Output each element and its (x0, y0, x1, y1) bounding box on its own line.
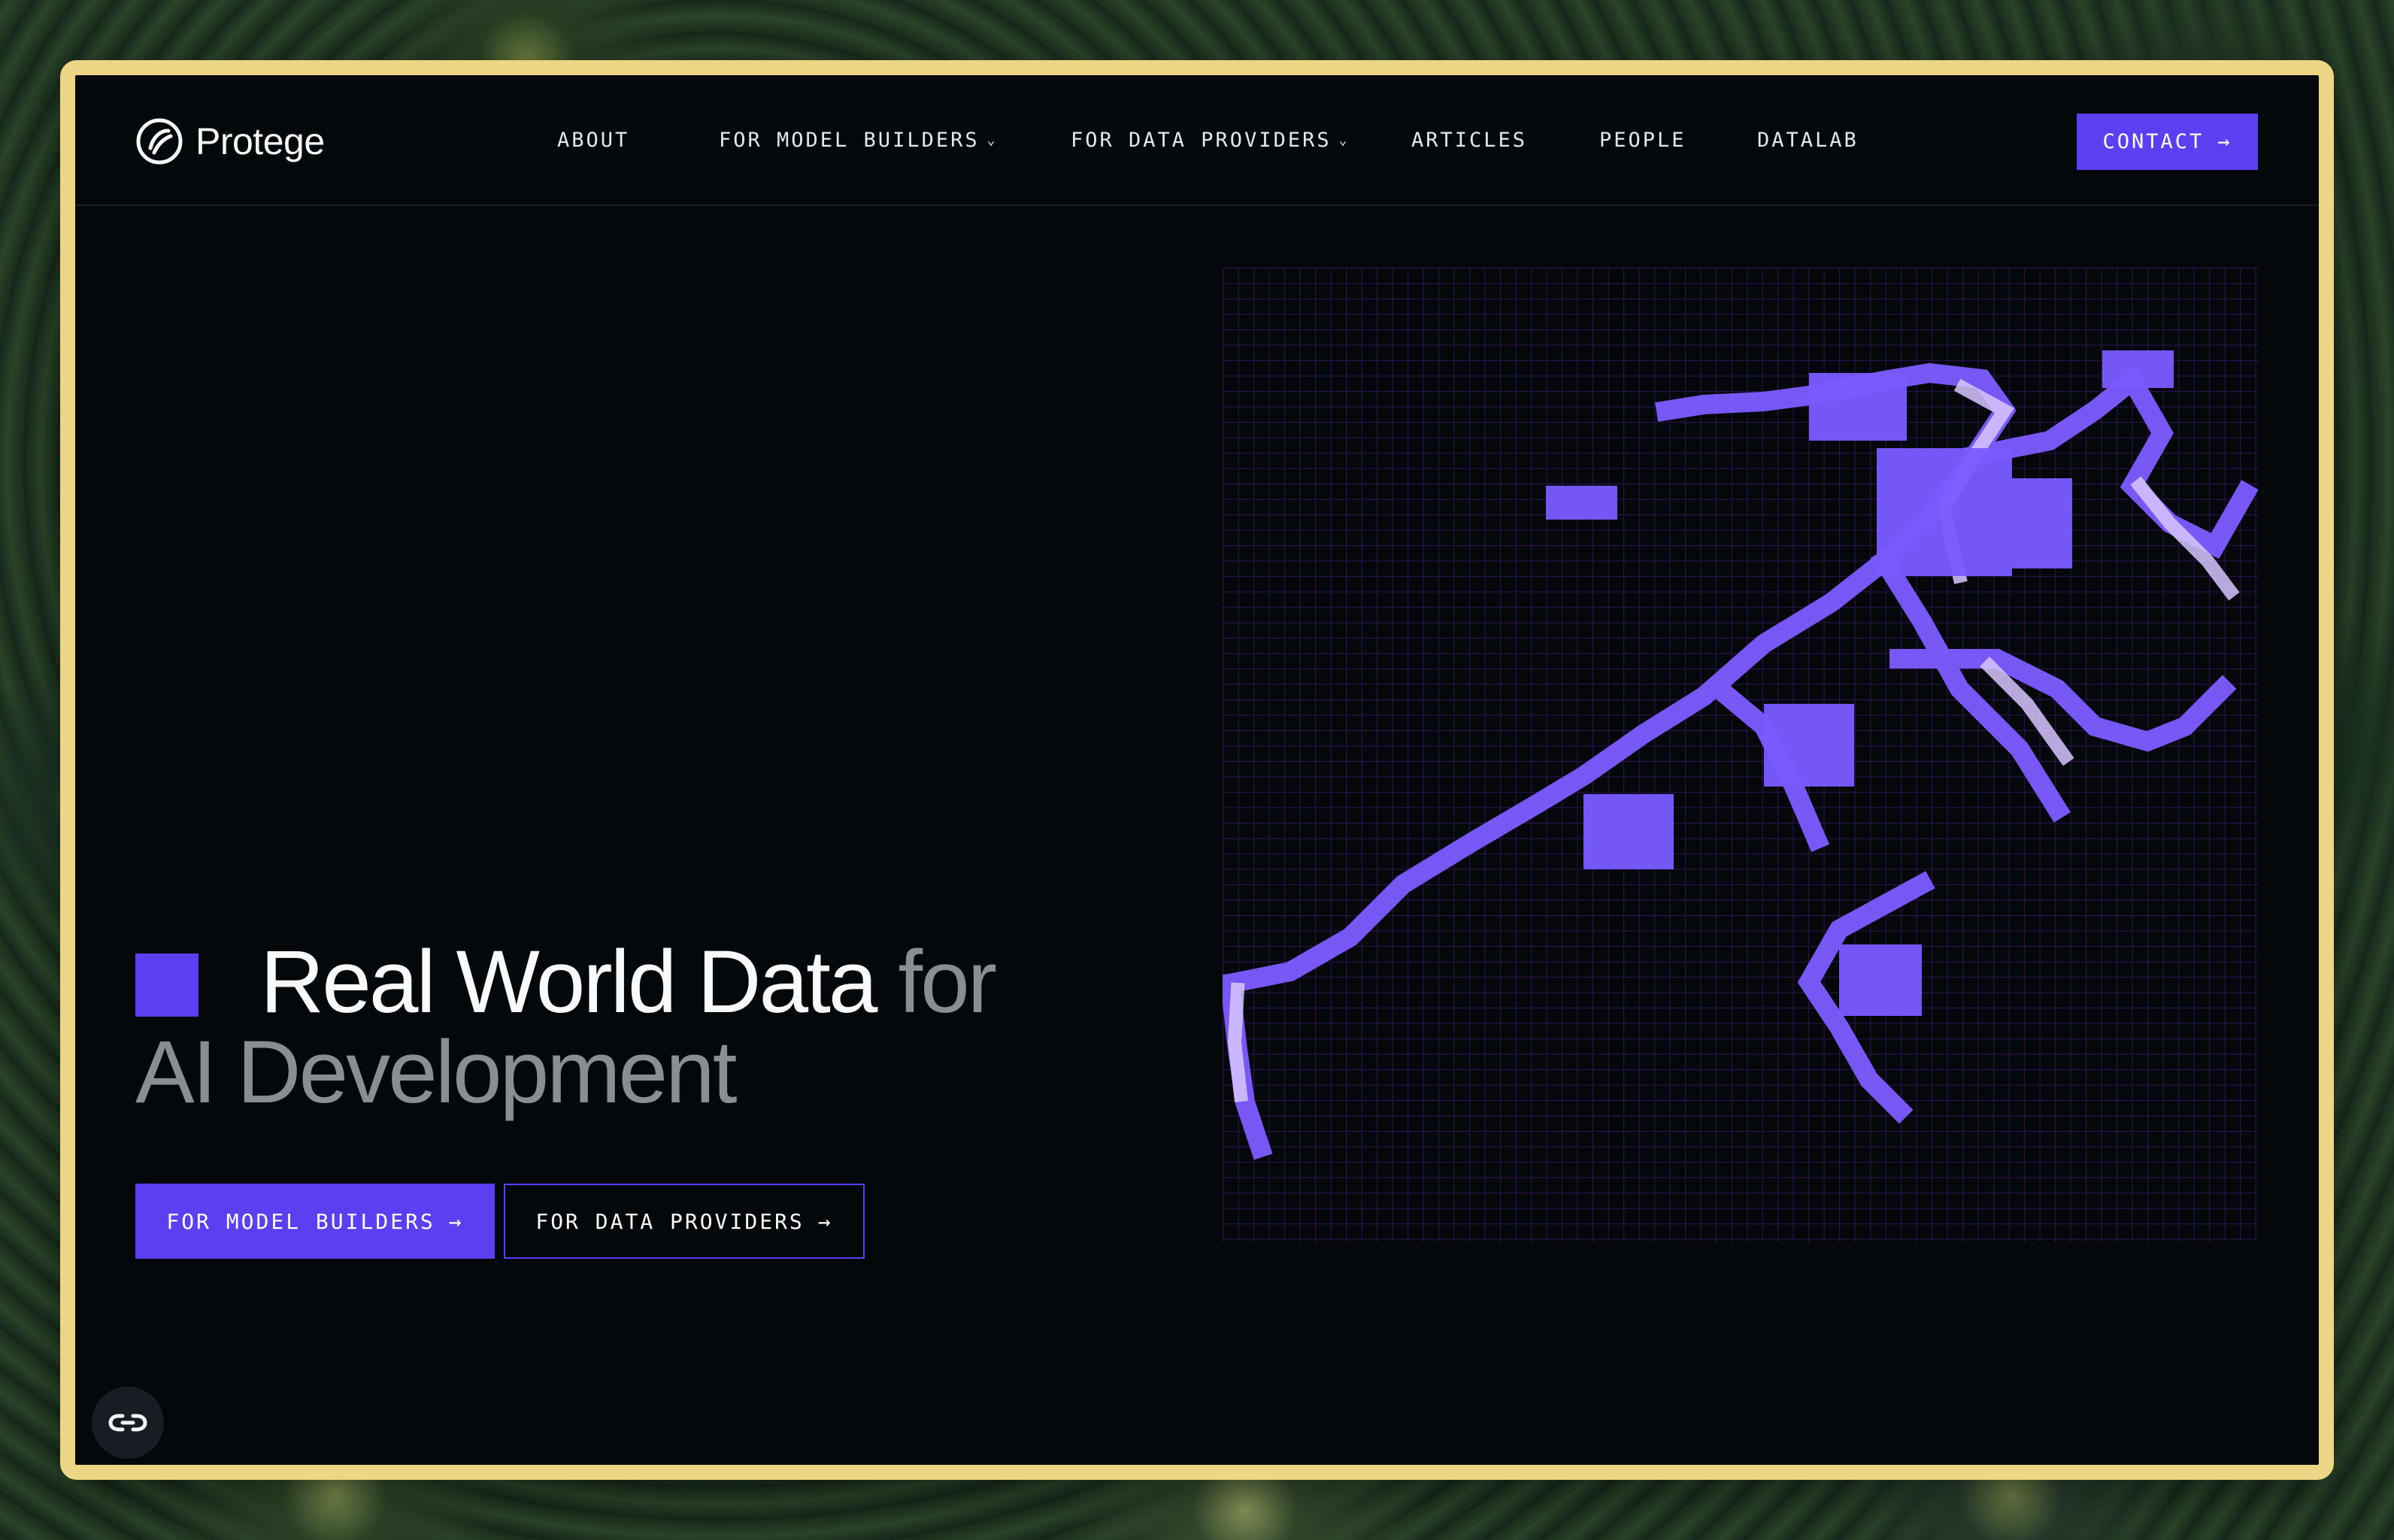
chevron-down-icon: ⌄ (1338, 132, 1350, 148)
pixel-cluster-7 (1546, 486, 1617, 520)
brand-link[interactable]: Protege (135, 117, 325, 165)
nav-item-people[interactable]: PEOPLE (1599, 129, 1686, 152)
arrow-right-icon: → (2217, 130, 2232, 153)
pixel-cluster-4 (1764, 704, 1854, 787)
nav-item-articles-label: ARTICLES (1411, 129, 1528, 152)
pixel-cluster-6 (1839, 944, 1922, 1016)
pixel-highlight-left (1227, 982, 1248, 1102)
for-model-builders-label: FOR MODEL BUILDERS (166, 1209, 435, 1234)
pixel-cluster-2 (1877, 448, 2012, 576)
hero-headline-line-1: Real World Data for (260, 937, 997, 1027)
pixel-cluster-5 (2005, 478, 2072, 568)
contact-button[interactable]: CONTACT → (2077, 114, 2258, 170)
nav-item-for-data-providers[interactable]: FOR DATA PROVIDERS ⌄ (1071, 129, 1349, 152)
nav-item-people-label: PEOPLE (1599, 129, 1686, 152)
nav-item-datalab-label: DATALAB (1757, 129, 1859, 152)
hero-headline-strong: Real World Data (260, 932, 878, 1032)
hero-headline-dim: for (898, 932, 997, 1032)
nav-item-datalab[interactable]: DATALAB (1757, 129, 1859, 152)
pixel-cluster-8 (2102, 350, 2174, 388)
browser-page-frame: Protege ABOUT FOR MODEL BUILDERS ⌄ FOR DA… (60, 60, 2334, 1480)
nav-item-for-model-builders[interactable]: FOR MODEL BUILDERS ⌄ (719, 129, 997, 152)
for-model-builders-button[interactable]: FOR MODEL BUILDERS → (135, 1184, 495, 1259)
pixel-cluster-3 (1809, 373, 1907, 441)
chat-widget-button[interactable] (92, 1387, 164, 1459)
for-data-providers-label: FOR DATA PROVIDERS (535, 1209, 805, 1234)
arrow-right-icon: → (448, 1209, 464, 1234)
pixelated-data-illustration (1223, 268, 2259, 1242)
nav-item-about[interactable]: ABOUT (557, 129, 629, 152)
pixelated-purple-tree-map (1223, 268, 2259, 1242)
nav-item-about-label: ABOUT (557, 129, 630, 152)
pixel-cluster-1 (1583, 794, 1674, 869)
nav-item-for-data-providers-label: FOR DATA PROVIDERS (1071, 129, 1332, 152)
chevron-down-icon: ⌄ (986, 132, 998, 148)
headline-accent-square (135, 953, 198, 1017)
brand-name: Protege (195, 120, 325, 162)
for-data-providers-button[interactable]: FOR DATA PROVIDERS → (504, 1184, 865, 1259)
nav-item-for-model-builders-label: FOR MODEL BUILDERS (719, 129, 980, 152)
hero-headline-line-2: AI Development (135, 1023, 738, 1122)
top-navigation-bar: Protege ABOUT FOR MODEL BUILDERS ⌄ FOR DA… (75, 75, 2319, 206)
nav-item-articles[interactable]: ARTICLES (1411, 129, 1527, 152)
contact-button-label: CONTACT (2102, 130, 2205, 153)
protege-logo-icon (136, 118, 183, 165)
chat-link-icon (108, 1414, 147, 1432)
arrow-right-icon: → (817, 1209, 833, 1234)
